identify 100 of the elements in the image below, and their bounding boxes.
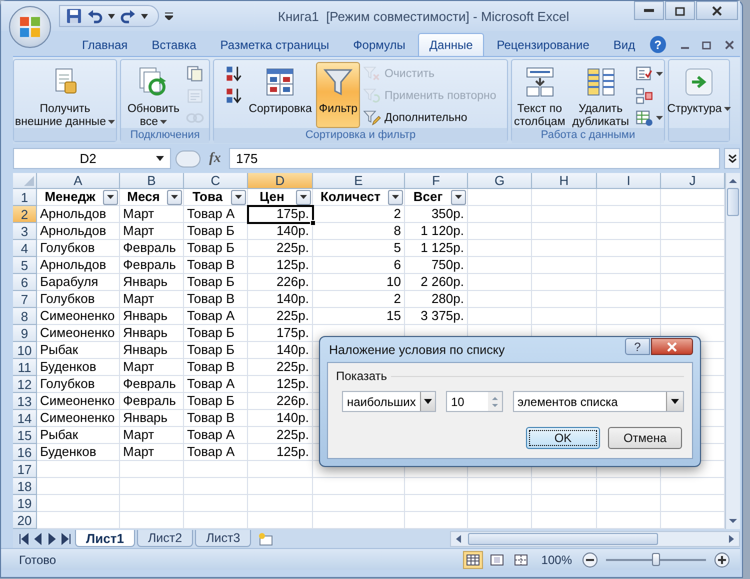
row-header[interactable]: 10 <box>13 342 37 359</box>
filter-dropdown-button[interactable] <box>167 190 182 204</box>
scroll-thumb[interactable] <box>727 188 739 216</box>
table-cell <box>468 240 532 257</box>
row-header[interactable]: 19 <box>13 495 37 512</box>
zoom-out-icon[interactable] <box>582 552 598 568</box>
customize-caret-icon[interactable] <box>165 12 173 20</box>
fill-handle[interactable] <box>310 220 316 226</box>
slider-thumb[interactable] <box>652 552 660 566</box>
insert-function-button[interactable]: fx <box>205 150 225 166</box>
ribbon-tab[interactable]: Рецензирование <box>486 33 600 56</box>
row-header[interactable]: 18 <box>13 478 37 495</box>
row-header[interactable]: 15 <box>13 427 37 444</box>
ribbon-tab[interactable]: Разметка страницы <box>209 33 340 56</box>
dropdown-field[interactable]: наибольших <box>342 391 436 412</box>
arrow-left-icon[interactable] <box>454 532 464 544</box>
ribbon-tab[interactable]: Данные <box>418 33 484 56</box>
vertical-scrollbar[interactable] <box>725 173 740 529</box>
ok-button[interactable]: OK <box>526 427 600 449</box>
name-box[interactable]: D2 <box>13 148 171 169</box>
sheet-navigation-icon[interactable] <box>17 532 73 544</box>
spinner-field[interactable]: 10 <box>446 391 503 412</box>
row-header[interactable]: 7 <box>13 291 37 308</box>
horizontal-scrollbar[interactable] <box>450 530 740 546</box>
sheet-tab[interactable]: Лист1 <box>75 530 135 547</box>
row-header[interactable]: 13 <box>13 393 37 410</box>
row-header[interactable]: 5 <box>13 257 37 274</box>
filter-dropdown-button[interactable] <box>103 190 118 204</box>
filter-dropdown-button[interactable] <box>451 190 466 204</box>
dropdown-field[interactable]: элементов списка <box>512 391 684 412</box>
ribbon-button[interactable]: Получить внешние данные <box>12 62 118 128</box>
filter-dropdown-button[interactable] <box>296 190 311 204</box>
column-header[interactable]: A <box>37 173 120 189</box>
scroll-thumb[interactable] <box>468 532 658 544</box>
ribbon-button[interactable]: Текст по столбцам <box>511 62 568 128</box>
minimize-button[interactable] <box>634 1 664 20</box>
minimize-icon <box>644 9 654 12</box>
row-header[interactable]: 14 <box>13 410 37 427</box>
column-header[interactable]: F <box>405 173 468 189</box>
arrow-right-icon[interactable] <box>726 532 736 544</box>
column-header[interactable]: I <box>597 173 661 189</box>
row-header[interactable]: 3 <box>13 223 37 240</box>
table-cell: Февраль <box>120 393 184 410</box>
filter-dropdown-button[interactable] <box>231 190 246 204</box>
row-header[interactable]: 6 <box>13 274 37 291</box>
close-button[interactable] <box>696 1 738 20</box>
minimize-icon[interactable] <box>680 47 689 49</box>
table-cell: 225р. <box>248 240 313 257</box>
restore-icon[interactable] <box>700 39 712 51</box>
ribbon-tab[interactable]: Формулы <box>342 33 416 56</box>
ribbon-button[interactable]: Удалить дубликаты <box>569 62 632 128</box>
column-header[interactable]: J <box>661 173 725 189</box>
row-header[interactable]: 17 <box>13 461 37 478</box>
expand-button[interactable] <box>724 148 740 169</box>
ribbon-button[interactable]: Обновить все <box>124 62 183 128</box>
ribbon-tab[interactable]: Главная <box>71 33 139 56</box>
view-button[interactable] <box>463 550 484 568</box>
sheet-tab[interactable]: Лист3 <box>195 530 252 547</box>
help-button[interactable]: ? <box>625 338 650 355</box>
ribbon-button[interactable]: Сортировка <box>246 62 315 128</box>
row-header[interactable]: 12 <box>13 376 37 393</box>
close-icon[interactable] <box>724 39 735 51</box>
zoom-in-icon[interactable] <box>714 552 730 568</box>
ribbon-tab[interactable]: Вставка <box>140 33 208 56</box>
caret-icon[interactable] <box>141 14 148 18</box>
formula-input[interactable]: 175 <box>229 148 720 169</box>
splitter-handle-icon[interactable] <box>175 150 201 168</box>
column-header[interactable]: E <box>313 173 405 189</box>
row-header[interactable]: 1 <box>13 189 37 206</box>
caret-icon[interactable] <box>108 14 115 18</box>
triangle-icon <box>24 176 34 186</box>
filter-dropdown-button[interactable] <box>388 190 403 204</box>
row-header[interactable]: 16 <box>13 444 37 461</box>
redo-icon[interactable] <box>120 8 136 24</box>
cancel-button[interactable]: Отмена <box>608 427 682 449</box>
help-button[interactable]: ? <box>650 36 666 53</box>
row-header[interactable]: 2 <box>13 206 37 223</box>
ribbon-button[interactable]: Фильтр <box>316 62 360 128</box>
column-header[interactable]: B <box>120 173 184 189</box>
sheet-tab[interactable]: Лист2 <box>136 530 194 547</box>
ribbon-tab[interactable]: Вид <box>602 33 646 56</box>
office-button[interactable] <box>9 6 51 48</box>
column-header[interactable]: D <box>248 173 313 189</box>
restore-button[interactable] <box>665 1 695 20</box>
table-cell: 280р. <box>405 291 468 308</box>
column-header[interactable]: C <box>184 173 248 189</box>
ribbon-button[interactable]: Дополнительно <box>361 107 498 128</box>
row-header[interactable]: 11 <box>13 359 37 376</box>
row-header[interactable]: 4 <box>13 240 37 257</box>
row-header[interactable]: 8 <box>13 308 37 325</box>
close-button[interactable] <box>651 338 693 355</box>
insert-sheet-icon[interactable] <box>257 532 276 546</box>
row-header[interactable]: 9 <box>13 325 37 342</box>
column-header[interactable]: G <box>468 173 532 189</box>
ribbon-button[interactable]: Структура <box>664 62 734 128</box>
column-header[interactable]: H <box>532 173 597 189</box>
undo-icon[interactable] <box>87 8 103 24</box>
caret-icon <box>724 106 731 111</box>
table-cell: Арнольдов <box>37 257 120 274</box>
row-header[interactable]: 20 <box>13 512 37 529</box>
